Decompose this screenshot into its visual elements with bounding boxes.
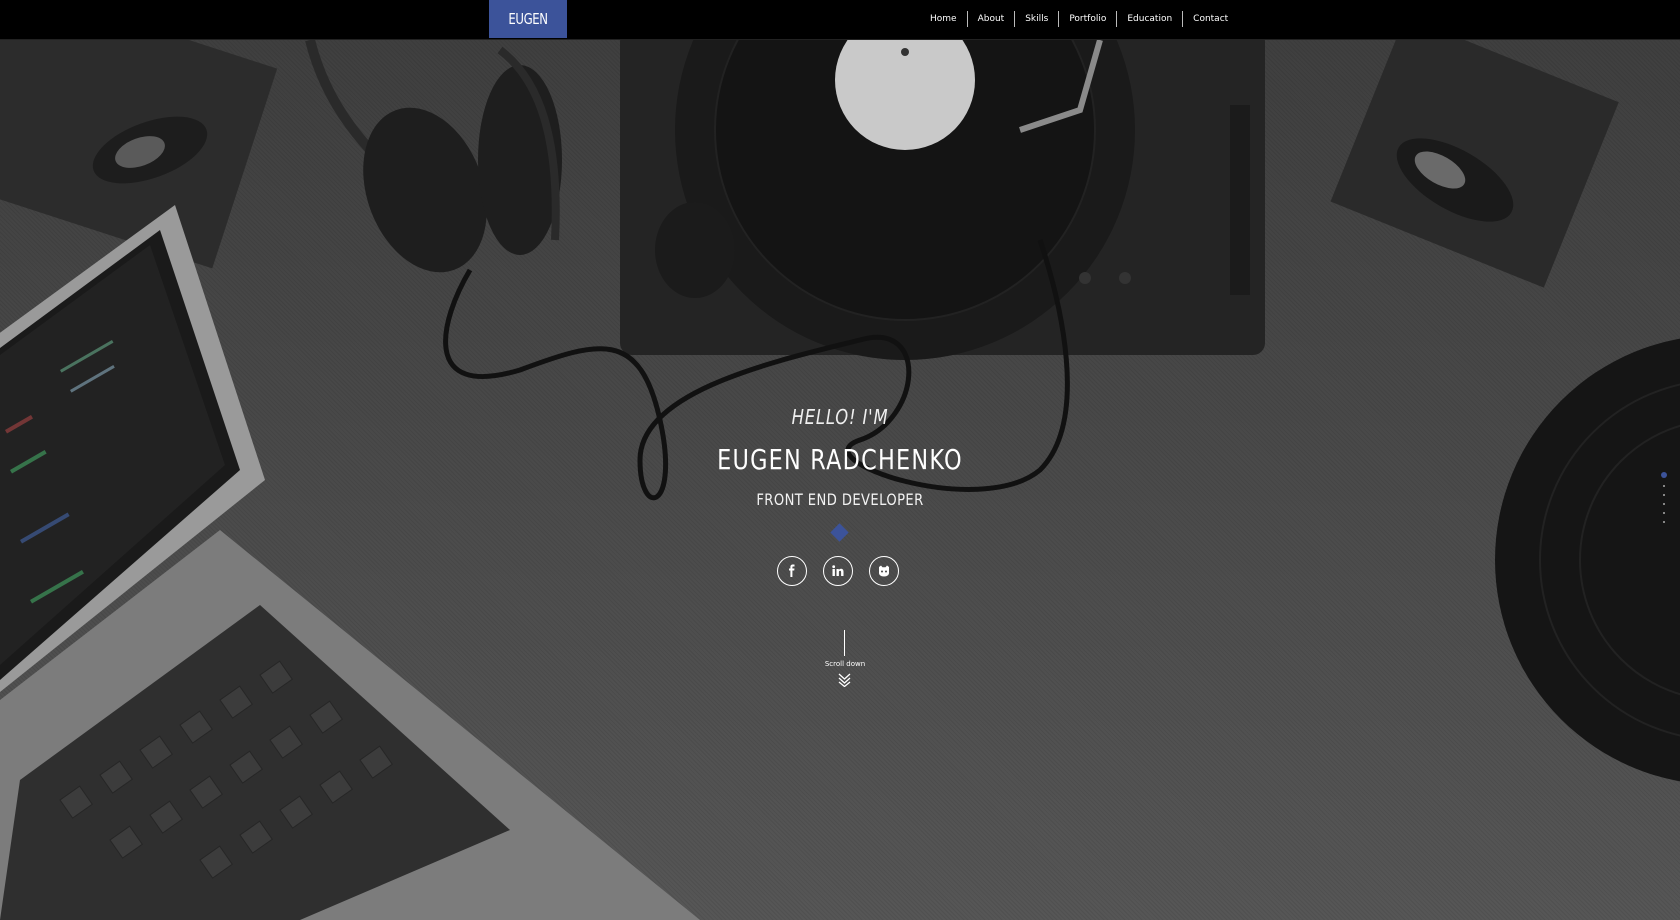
linkedin-button[interactable] [823, 556, 853, 586]
social-links [777, 556, 899, 586]
nav-item-education[interactable]: Education [1116, 11, 1182, 27]
nav-item-home[interactable]: Home [920, 11, 967, 27]
brand-logo[interactable]: EUGEN [489, 0, 567, 38]
scroll-down-label[interactable]: Scroll down [784, 660, 906, 668]
dot-nav-item[interactable] [1663, 521, 1665, 523]
github-icon [879, 565, 889, 577]
hero-background-image [0, 40, 1680, 920]
dot-nav-item[interactable] [1663, 503, 1665, 505]
nav-item-skills[interactable]: Skills [1014, 11, 1058, 27]
dot-nav-item-active[interactable] [1661, 472, 1667, 478]
facebook-icon [789, 564, 795, 577]
section-dot-nav [1661, 472, 1667, 523]
nav-item-contact[interactable]: Contact [1182, 11, 1238, 27]
hero-name: EUGEN RADCHENKO [717, 443, 963, 476]
nav-item-portfolio[interactable]: Portfolio [1058, 11, 1116, 27]
vinyl-record-illustration [1495, 338, 1680, 782]
scroll-indicator-line [844, 630, 845, 656]
headphones-illustration [305, 40, 562, 273]
nav-item-about[interactable]: About [966, 11, 1015, 27]
dot-nav-item[interactable] [1663, 485, 1665, 487]
laptop-illustration [0, 205, 700, 920]
double-chevron-down-icon[interactable] [838, 673, 851, 687]
dot-nav-item[interactable] [1663, 512, 1665, 514]
hero-role: FRONT END DEVELOPER [756, 490, 924, 509]
nav-menu: Home About Skills Portfolio Education Co… [920, 0, 1238, 38]
dot-nav-item[interactable] [1663, 494, 1665, 496]
facebook-button[interactable] [777, 556, 807, 586]
linkedin-icon [832, 565, 844, 576]
top-navbar: EUGEN Home About Skills Portfolio Educat… [0, 0, 1680, 40]
hero-section: HELLO! I'M EUGEN RADCHENKO FRONT END DEV… [0, 40, 1680, 920]
speaker-right-illustration [1330, 40, 1619, 288]
github-button[interactable] [869, 556, 899, 586]
turntable-illustration [620, 40, 1265, 360]
hero-greeting: HELLO! I'M [791, 405, 889, 429]
